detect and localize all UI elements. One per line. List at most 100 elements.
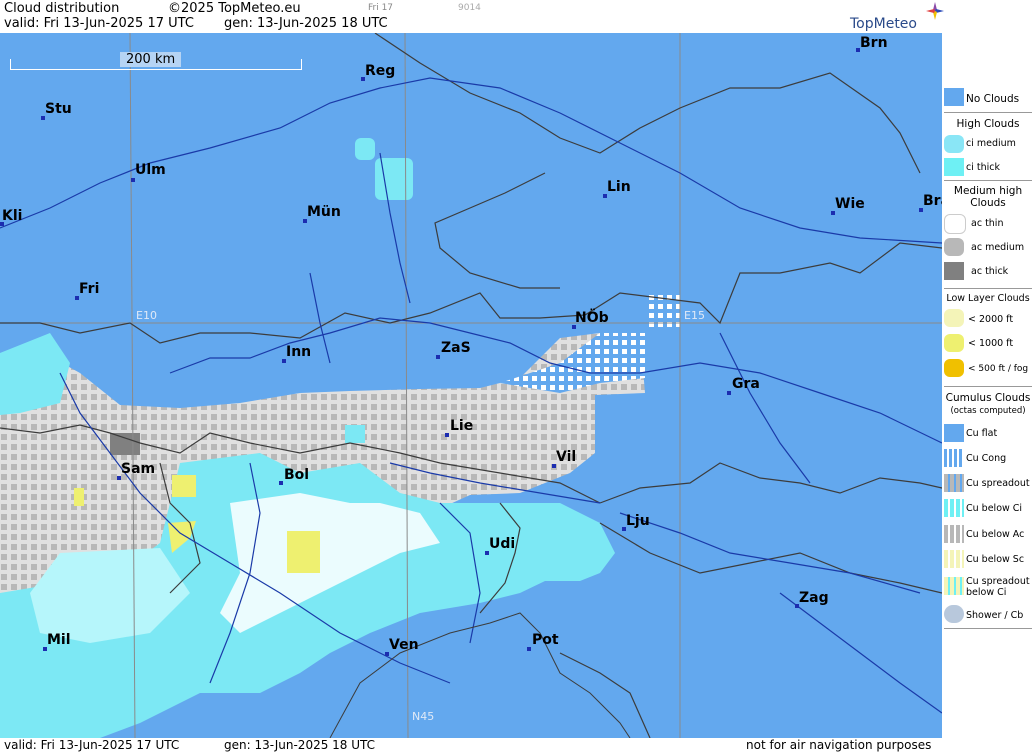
legend-label-cu-flat: Cu flat [966, 428, 998, 439]
legend-swatch-cu-below-sc [944, 550, 964, 568]
legend-subheading-octas: (octas computed) [950, 406, 1026, 416]
city-label-lju: Lju [626, 513, 650, 529]
city-label-gra: Gra [732, 376, 760, 392]
low-cloud-patch-west [74, 488, 84, 506]
grid-label-e15: E15 [684, 309, 705, 322]
city-label-inn: Inn [286, 344, 312, 360]
city-label-mil: Mil [47, 632, 71, 648]
cloud-patch-ci [345, 425, 365, 443]
city-label-reg: Reg [365, 63, 396, 79]
cloud-area-cu-below-ci [0, 333, 70, 415]
legend-swatch-cu-cong [944, 449, 964, 467]
city-label-brn: Brn [860, 35, 888, 51]
city-label-udi: Udi [489, 536, 516, 552]
grid-label-n45: N45 [412, 710, 435, 723]
copyright: ©2025 TopMeteo.eu [168, 1, 301, 16]
low-cloud-patch-sam [172, 475, 196, 497]
legend-swatch-ci-medium [944, 135, 964, 153]
legend-heading-medium: Medium high Clouds [953, 185, 1023, 209]
valid-time: valid: Fri 13-Jun-2025 17 UTC [4, 16, 194, 31]
legend-swatch-no-clouds [944, 88, 964, 106]
legend-label-shower: Shower / Cb [966, 610, 1024, 621]
legend-label-cu-cong: Cu Cong [966, 453, 1007, 464]
grid-label-e10: E10 [136, 309, 157, 322]
legend-divider [944, 628, 1032, 629]
city-label-vil: Vil [556, 449, 577, 465]
legend-divider [944, 386, 1032, 387]
navigation-disclaimer: not for air navigation purposes [746, 738, 932, 752]
city-marker-bol [279, 481, 283, 485]
legend-label-ac-thick: ac thick [971, 266, 1009, 277]
legend-label-cu-spreadout-below-ci-2: below Ci [966, 587, 1007, 598]
city-marker-gra [727, 391, 731, 395]
city-label-zas: ZaS [441, 340, 471, 356]
city-label-bra: Bra [923, 193, 942, 209]
compass-logo-icon [926, 2, 944, 20]
legend-swatch-cu-spreadout-below-ci [944, 577, 964, 595]
legend-heading-low: Low Layer Clouds [946, 293, 1030, 304]
legend-divider [944, 180, 1032, 181]
legend-swatch-cu-spreadout [944, 474, 964, 492]
legend-label-cu-spreadout: Cu spreadout [966, 478, 1030, 489]
legend-swatch-low-2000 [944, 309, 964, 327]
city-label-sam: Sam [121, 461, 156, 477]
legend-label-no-clouds: No Clouds [966, 93, 1020, 105]
legend-swatch-low-500 [944, 359, 964, 377]
city-label-ulm: Ulm [135, 162, 166, 178]
city-label-bol: Bol [284, 467, 310, 483]
legend-swatch-ac-thin [944, 214, 966, 234]
legend-label-ac-thin: ac thin [971, 218, 1004, 229]
city-label-mun: Mün [307, 204, 341, 220]
city-marker-lie [445, 433, 449, 437]
cloud-patch-ac-thick [110, 433, 140, 455]
city-label-wie: Wie [835, 196, 865, 212]
city-label-stu: Stu [45, 101, 72, 117]
generated-time: gen: 13-Jun-2025 18 UTC [224, 16, 388, 31]
legend-label-cu-below-ci: Cu below Ci [966, 503, 1023, 514]
footer-generated-time: gen: 13-Jun-2025 18 UTC [224, 738, 376, 752]
legend-label-cu-below-sc: Cu below Sc [966, 554, 1025, 565]
city-label-fri: Fri [79, 281, 100, 297]
legend-heading-cumulus: Cumulus Clouds [945, 392, 1031, 404]
low-cloud-patch-bol [287, 531, 320, 573]
legend-label-cu-below-ac: Cu below Ac [966, 529, 1025, 540]
legend-swatch-low-1000 [944, 334, 964, 352]
city-marker-zas [436, 355, 440, 359]
city-label-pot: Pot [532, 632, 559, 648]
map-title: Cloud distribution [4, 1, 120, 16]
legend-swatch-cu-flat [944, 424, 964, 442]
city-label-lin: Lin [607, 179, 631, 195]
cloud-map[interactable]: 200 km E10 E15 N45 Brn Reg Stu Ulm Lin K… [0, 33, 942, 738]
legend-label-ac-medium: ac medium [971, 242, 1025, 253]
cloud-patch-reg [375, 158, 413, 200]
city-marker-pot [527, 647, 531, 651]
legend-swatch-ac-thick [944, 262, 964, 280]
legend-swatch-cu-below-ac [944, 525, 964, 543]
city-label-ven: Ven [389, 637, 419, 653]
map-header: Cloud distribution ©2025 TopMeteo.eu Fri… [0, 0, 942, 33]
city-marker-ulm [131, 178, 135, 182]
cloud-patch-nw [355, 138, 375, 160]
legend-swatch-shower [944, 605, 964, 623]
coastline [329, 612, 631, 738]
legend-label-low-500: < 500 ft / fog [968, 364, 1029, 374]
scale-label: 200 km [120, 52, 182, 67]
legend-panel: TopMeteo No Clouds High Clouds ci medium… [850, 0, 1034, 753]
city-label-kli: Kli [2, 208, 23, 224]
map-layers [0, 33, 942, 738]
legend-divider [944, 112, 1032, 113]
legend-swatch-ci-thick [944, 158, 964, 176]
legend-label-cu-spreadout-below-ci: Cu spreadout [966, 576, 1030, 587]
city-label-nob: NÖb [575, 310, 609, 326]
city-label-lie: Lie [450, 418, 474, 434]
topmeteo-logo: TopMeteo [850, 16, 917, 32]
footer-valid-time: valid: Fri 13-Jun-2025 17 UTC [4, 738, 180, 752]
legend-heading-high: High Clouds [956, 118, 1020, 130]
city-label-zag: Zag [799, 590, 829, 606]
legend-divider [944, 288, 1032, 289]
legend-label-ci-thick: ci thick [966, 162, 1000, 173]
legend-label-ci-medium: ci medium [966, 138, 1016, 149]
header-small-code: 9014 [458, 3, 481, 13]
header-small-day: Fri 17 [368, 3, 394, 13]
legend-label-low-1000: < 1000 ft [968, 338, 1014, 349]
